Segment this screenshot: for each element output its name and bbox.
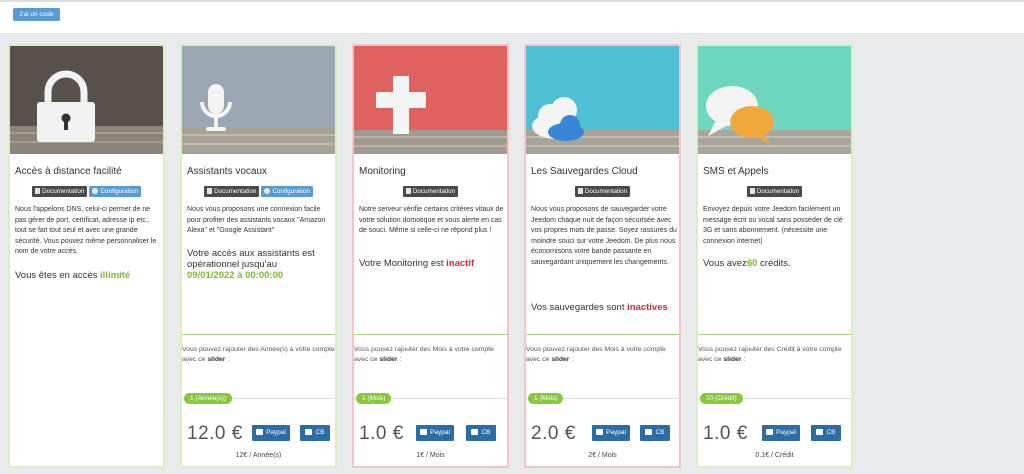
status-value: illimité bbox=[100, 270, 131, 281]
paypal-button[interactable]: Paypal bbox=[252, 425, 290, 441]
unit-price: 2€ / Mois bbox=[588, 452, 617, 459]
card-title: Monitoring bbox=[359, 166, 406, 177]
cb-button[interactable]: CB bbox=[811, 425, 841, 441]
documentation-button[interactable]: Documentation bbox=[746, 186, 803, 197]
paypal-icon bbox=[766, 429, 774, 435]
card-title: Les Sauvegardes Cloud bbox=[531, 166, 638, 177]
purchase-section: Vous pouvez rajouter des Mois à votre co… bbox=[526, 334, 679, 459]
unit-price: 1€ / Mois bbox=[416, 452, 445, 459]
quantity-slider[interactable]: 1 (Année(s)) bbox=[182, 393, 335, 404]
card-status: Vous avez60 crédits. bbox=[703, 258, 791, 269]
code-button[interactable]: J'ai un code bbox=[13, 8, 60, 21]
price: 2.0 € bbox=[531, 423, 576, 444]
cb-button[interactable]: CB bbox=[466, 425, 496, 441]
cart-icon bbox=[471, 429, 479, 435]
quantity-slider[interactable]: 1 (Mois) bbox=[354, 393, 507, 404]
card-description: Nous l'appelons DNS, celui-ci permet de … bbox=[15, 206, 157, 255]
status-value: 60 bbox=[746, 258, 758, 269]
slider-hint: Vous pouvez rajouter des Mois à votre co… bbox=[526, 346, 666, 363]
price: 12.0 € bbox=[187, 423, 243, 444]
book-icon bbox=[749, 188, 755, 194]
paypal-button[interactable]: Paypal bbox=[592, 425, 630, 441]
slider-handle[interactable]: 1 (Mois) bbox=[356, 393, 392, 404]
purchase-section: Vous pouvez rajouter des Année(s) à votr… bbox=[182, 334, 335, 459]
service-card-voice-assistants: Assistants vocaux Documentation Configur… bbox=[180, 44, 337, 468]
slider-hint: Vous pouvez rajouter des Année(s) à votr… bbox=[182, 346, 335, 363]
status-value: inactif bbox=[446, 258, 475, 269]
paypal-button[interactable]: Paypal bbox=[416, 425, 454, 441]
gear-icon bbox=[264, 188, 271, 194]
card-status: Vos sauvegardes sont inactives bbox=[531, 302, 668, 313]
card-status: Votre Monitoring est inactif bbox=[359, 258, 475, 269]
paypal-icon bbox=[256, 429, 264, 435]
card-title: Assistants vocaux bbox=[187, 166, 268, 177]
book-icon bbox=[207, 188, 213, 194]
card-image bbox=[10, 46, 163, 154]
card-description: Nous vous proposons de sauvegarder votre… bbox=[531, 206, 677, 266]
card-status: Votre accès aux assistants est opération… bbox=[187, 248, 315, 281]
paypal-button[interactable]: Paypal bbox=[762, 425, 800, 441]
configuration-button[interactable]: Configuration bbox=[89, 186, 141, 197]
slider-hint: Vous pouvez rajouter des Mois à votre co… bbox=[354, 346, 494, 363]
paypal-icon bbox=[420, 429, 428, 435]
card-status: Vous êtes en accès illimité bbox=[15, 270, 131, 281]
service-card-cloud-backups: Les Sauvegardes Cloud Documentation Nous… bbox=[524, 44, 681, 468]
slider-handle[interactable]: 1 (Année(s)) bbox=[184, 393, 233, 404]
price: 1.0 € bbox=[703, 423, 748, 444]
top-divider bbox=[0, 0, 1024, 2]
slider-handle[interactable]: 10 (Crédit) bbox=[700, 393, 743, 404]
card-description: Envoyez depuis votre Jeedom facilement u… bbox=[703, 206, 843, 245]
service-card-monitoring: Monitoring Documentation Notre serveur v… bbox=[352, 44, 509, 468]
card-image bbox=[698, 46, 851, 154]
status-value: 09/01/2022 à 00:00:00 bbox=[187, 270, 284, 281]
unit-price: 0.1€ / Crédit bbox=[755, 452, 794, 459]
documentation-button[interactable]: Documentation bbox=[204, 186, 260, 197]
slider-hint: Vous pouvez rajouter des Crédit à votre … bbox=[698, 346, 842, 363]
service-card-remote-access: Accès à distance facilité Documentation … bbox=[8, 44, 165, 468]
top-bar: J'ai un code bbox=[0, 0, 1024, 34]
card-image bbox=[526, 46, 679, 154]
card-image bbox=[182, 46, 335, 154]
unit-price: 12€ / Année(s) bbox=[235, 452, 282, 459]
gear-icon bbox=[92, 188, 99, 194]
documentation-button[interactable]: Documentation bbox=[402, 186, 459, 197]
status-value: inactives bbox=[627, 302, 668, 313]
card-title: Accès à distance facilité bbox=[15, 166, 122, 177]
configuration-button[interactable]: Configuration bbox=[261, 186, 313, 197]
documentation-button[interactable]: Documentation bbox=[574, 186, 631, 197]
card-description: Notre serveur vérifie certains critères … bbox=[359, 206, 504, 234]
book-icon bbox=[577, 188, 583, 194]
purchase-section: Vous pouvez rajouter des Mois à votre co… bbox=[354, 334, 507, 459]
card-title: SMS et Appels bbox=[703, 166, 769, 177]
paypal-icon bbox=[596, 429, 604, 435]
documentation-button[interactable]: Documentation bbox=[32, 186, 88, 197]
purchase-section: Vous pouvez rajouter des Crédit à votre … bbox=[698, 334, 851, 459]
book-icon bbox=[35, 188, 41, 194]
cb-button[interactable]: CB bbox=[300, 425, 330, 441]
price: 1.0 € bbox=[359, 423, 404, 444]
service-card-sms-calls: SMS et Appels Documentation Envoyez depu… bbox=[696, 44, 853, 468]
cart-icon bbox=[816, 429, 824, 435]
slider-handle[interactable]: 1 (Mois) bbox=[528, 393, 564, 404]
cart-icon bbox=[645, 429, 653, 435]
cb-button[interactable]: CB bbox=[640, 425, 670, 441]
card-image bbox=[354, 46, 507, 154]
card-description: Nous vous proposons une connexion facile… bbox=[187, 206, 326, 234]
cart-icon bbox=[305, 429, 313, 435]
quantity-slider[interactable]: 10 (Crédit) bbox=[698, 393, 851, 404]
quantity-slider[interactable]: 1 (Mois) bbox=[526, 393, 679, 404]
book-icon bbox=[405, 188, 411, 194]
